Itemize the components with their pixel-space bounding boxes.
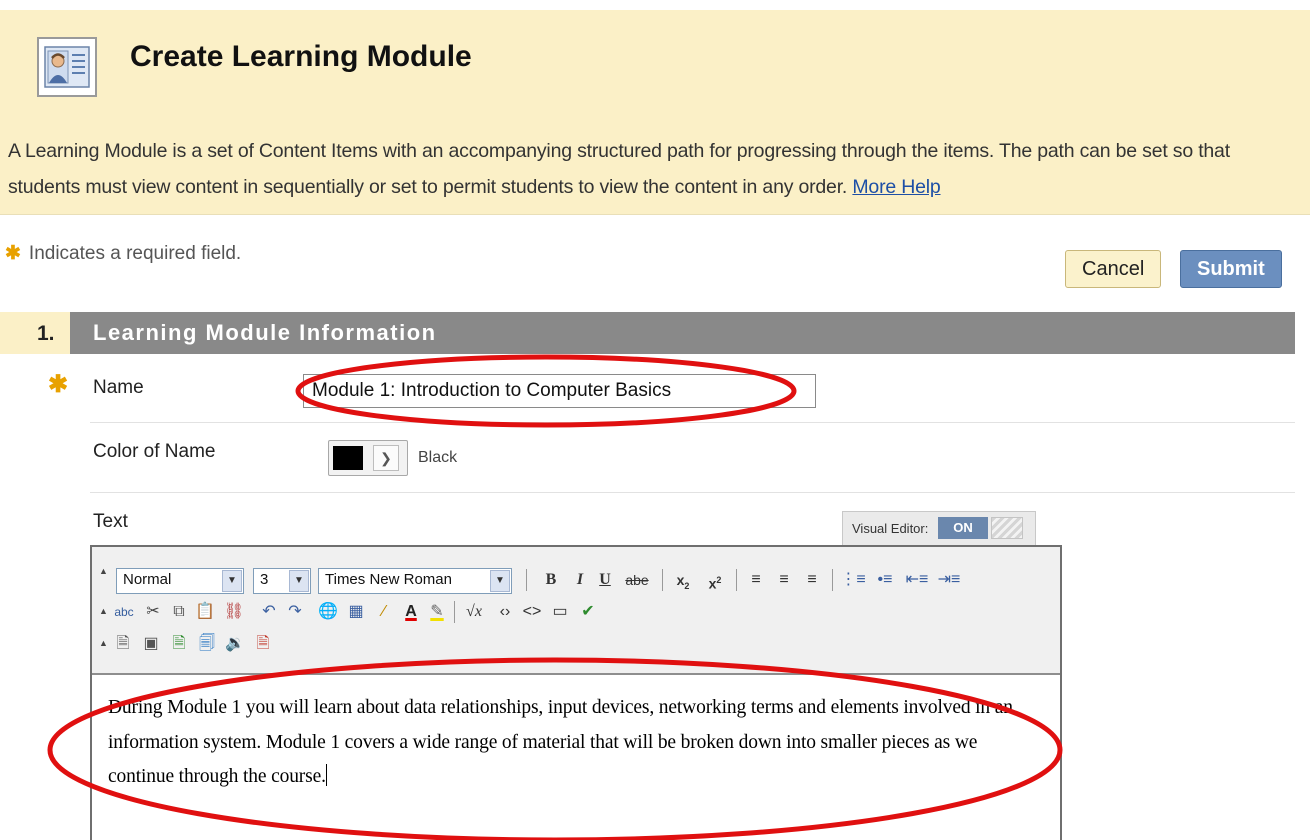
text-caret	[325, 764, 327, 786]
align-center-icon[interactable]: ≡	[772, 568, 796, 592]
toolbar-separator	[662, 569, 663, 591]
submit-button[interactable]: Submit	[1180, 250, 1282, 288]
text-label: Text	[93, 511, 128, 532]
spellcheck-icon[interactable]: abc	[110, 600, 138, 624]
align-left-icon[interactable]: ≡	[744, 568, 768, 592]
chevron-down-icon: ▼	[289, 570, 309, 592]
table-icon[interactable]: ▦	[344, 600, 368, 624]
align-right-icon[interactable]: ≡	[800, 568, 824, 592]
numbered-list-icon[interactable]: ⋮≡	[840, 568, 866, 592]
required-note: ✱ Indicates a required field.	[5, 242, 241, 265]
toolbar-separator	[736, 569, 737, 591]
toolbar-separator	[832, 569, 833, 591]
font-family-value: Times New Roman	[325, 571, 452, 588]
editor-content[interactable]: During Module 1 you will learn about dat…	[92, 677, 1060, 840]
visual-editor-off-button[interactable]	[991, 517, 1023, 539]
bulleted-list-icon[interactable]: •≡	[872, 568, 898, 592]
html-source-icon[interactable]: <>	[520, 600, 544, 624]
insert-media-icon[interactable]: 🗎	[168, 632, 190, 656]
color-of-name-label: Color of Name	[93, 441, 216, 462]
required-note-text: Indicates a required field.	[28, 243, 242, 264]
intro-text: A Learning Module is a set of Content It…	[8, 133, 1298, 205]
copy-icon[interactable]: ⧉	[168, 600, 190, 624]
name-input[interactable]	[303, 374, 816, 408]
preview-check-icon[interactable]: ✔	[576, 600, 600, 624]
unlink-icon[interactable]: ⛓	[222, 600, 246, 624]
chevron-down-icon: ▼	[222, 570, 242, 592]
toolbar-separator	[454, 601, 455, 623]
intro-description: A Learning Module is a set of Content It…	[8, 140, 1230, 198]
insert-image-icon[interactable]: ▣	[140, 632, 162, 656]
collapse-row-icon[interactable]: ▲	[99, 606, 108, 616]
cancel-button[interactable]: Cancel	[1065, 250, 1162, 288]
bold-icon[interactable]: B	[540, 568, 562, 592]
visual-editor-on-button[interactable]: ON	[938, 517, 988, 539]
paste-icon[interactable]: 📋	[194, 600, 216, 624]
divider	[90, 422, 1295, 423]
format-select[interactable]: Normal ▼	[116, 568, 244, 594]
collapse-row-icon[interactable]: ▲	[99, 638, 108, 648]
chevron-down-icon[interactable]: ❯	[373, 445, 399, 471]
visual-editor-label: Visual Editor:	[852, 521, 929, 536]
color-value: Black	[418, 449, 458, 466]
math-equation-icon[interactable]: √x	[460, 600, 488, 624]
divider	[90, 492, 1295, 493]
text-color-icon[interactable]: A	[400, 600, 422, 624]
format-value: Normal	[123, 571, 172, 588]
embed-icon[interactable]: ‹›	[492, 600, 518, 624]
undo-icon[interactable]: ↶	[258, 600, 280, 624]
name-required-star-icon: ✱	[48, 371, 69, 398]
toolbar-separator	[526, 569, 527, 591]
learning-module-icon	[37, 37, 97, 97]
redo-icon[interactable]: ↷	[284, 600, 306, 624]
indent-icon[interactable]: ⇥≡	[936, 568, 962, 592]
horizontal-rule-icon[interactable]: ⁄	[372, 600, 396, 624]
name-label: Name	[93, 377, 144, 398]
cut-icon[interactable]: ✂	[142, 600, 164, 624]
required-star-icon: ✱	[5, 243, 21, 264]
chevron-down-icon: ▼	[490, 570, 510, 592]
collapse-row-icon[interactable]: ▲	[99, 566, 108, 576]
outdent-icon[interactable]: ⇤≡	[904, 568, 930, 592]
section-title: Learning Module Information	[93, 320, 437, 345]
insert-audio-icon[interactable]: 🔉	[224, 632, 246, 656]
highlight-icon[interactable]: ✎	[426, 600, 448, 624]
insert-mashup-icon[interactable]: 🗎	[252, 632, 274, 656]
insert-flash-icon[interactable]: 🗐	[196, 632, 218, 656]
insert-file-icon[interactable]: 🗎	[112, 632, 134, 656]
fullscreen-icon[interactable]: ▭	[548, 600, 572, 624]
font-size-select[interactable]: 3 ▼	[253, 568, 311, 594]
subscript-icon[interactable]: x2	[670, 568, 696, 592]
more-help-link[interactable]: More Help	[852, 176, 940, 198]
superscript-icon[interactable]: x2	[702, 568, 728, 592]
italic-icon[interactable]: I	[569, 568, 591, 592]
font-family-select[interactable]: Times New Roman ▼	[318, 568, 512, 594]
page-title: Create Learning Module	[130, 40, 472, 73]
underline-icon[interactable]: U	[594, 568, 616, 592]
link-globe-icon[interactable]: 🌐	[316, 600, 340, 624]
editor-text: During Module 1 you will learn about dat…	[108, 697, 1013, 787]
color-swatch	[333, 446, 363, 470]
section-number: 1.	[0, 312, 70, 354]
strikethrough-icon[interactable]: abe	[620, 568, 654, 592]
font-size-value: 3	[260, 571, 269, 588]
